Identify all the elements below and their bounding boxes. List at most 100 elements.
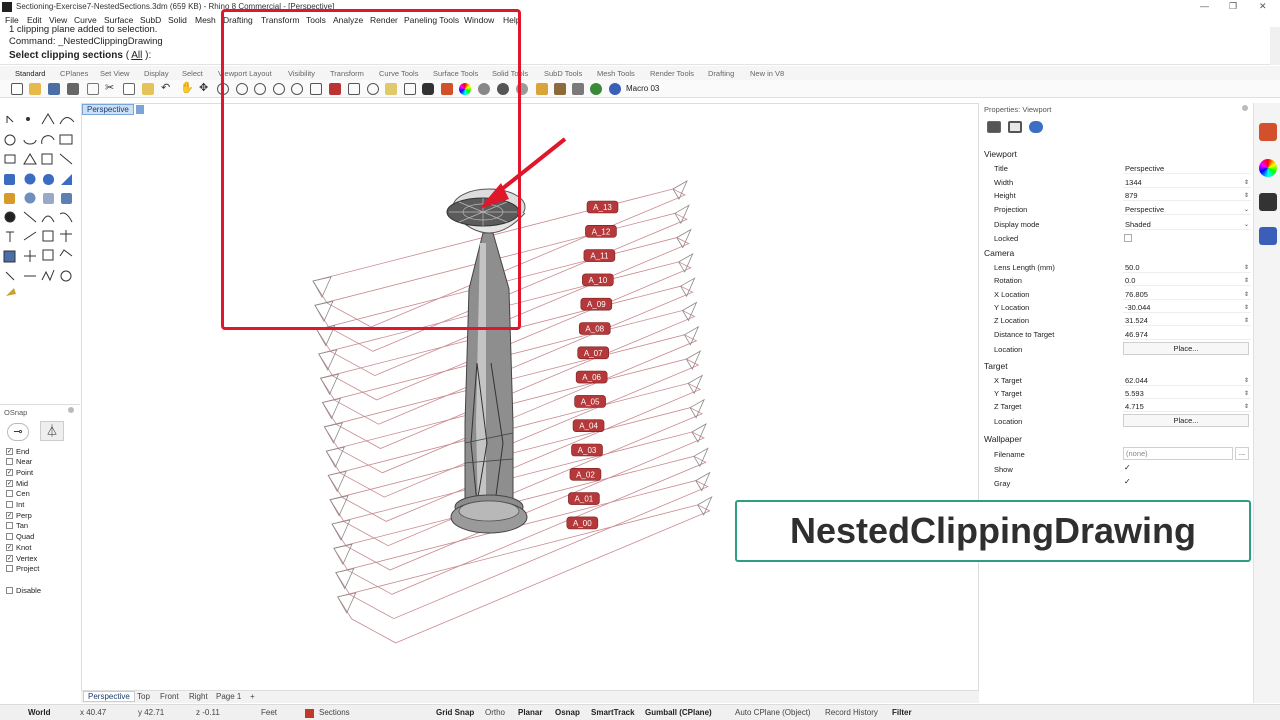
pan-hand-icon[interactable]: ✋ (180, 83, 194, 95)
rotation-field[interactable]: 0.0 ⇕ (1123, 275, 1251, 286)
section-label[interactable]: A_08 (578, 322, 611, 335)
locked-checkbox[interactable] (1124, 234, 1132, 242)
x-target-field[interactable]: 62.044 ⇕ (1123, 375, 1251, 386)
osnap-checkbox[interactable] (6, 490, 13, 498)
close-icon[interactable]: ✕ (1259, 1, 1267, 12)
help-panel-icon[interactable] (1259, 227, 1277, 245)
section-label[interactable]: A_02 (569, 467, 602, 481)
tab-subd-tools[interactable]: SubD Tools (544, 69, 582, 78)
tab-new-in-v8[interactable]: New in V8 (750, 69, 784, 78)
osnap-disable[interactable]: Disable (6, 585, 41, 595)
osnap-item-tan[interactable]: Tan (6, 521, 28, 531)
osnap-item-end[interactable]: ✓ End (6, 446, 29, 456)
osnap-checkbox[interactable] (6, 565, 13, 573)
z-target-field[interactable]: 4.715 ⇕ (1123, 401, 1251, 412)
tab-perspective[interactable]: Perspective (83, 691, 135, 702)
height-field[interactable]: 879 ⇕ (1123, 190, 1251, 201)
section-label[interactable]: A_03 (571, 443, 603, 457)
paste-icon[interactable] (142, 83, 154, 95)
section-label[interactable]: A_06 (575, 370, 608, 384)
print-icon[interactable] (67, 83, 79, 95)
osnap-checkbox[interactable]: ✓ (6, 554, 13, 562)
osnap-checkbox[interactable]: ✓ (6, 543, 13, 551)
y-location-field[interactable]: -30.044 ⇕ (1123, 302, 1251, 313)
section-label[interactable]: A_11 (583, 249, 616, 262)
tab-drafting[interactable]: Drafting (708, 69, 734, 78)
osnap-item-int[interactable]: Int (6, 500, 24, 510)
osnap-item-knot[interactable]: ✓ Knot (6, 542, 31, 552)
rotate-view-icon[interactable]: ✥ (199, 83, 211, 95)
osnap-item-project[interactable]: Project (6, 564, 39, 574)
macro-button[interactable]: Macro 03 (626, 84, 659, 93)
copy-icon[interactable] (123, 83, 135, 95)
restore-icon[interactable]: ❐ (1229, 1, 1237, 12)
x-location-field[interactable]: 76.805 ⇕ (1123, 289, 1251, 300)
section-label[interactable]: A_09 (580, 297, 613, 311)
title-field[interactable]: Perspective (1123, 163, 1251, 174)
tab-select[interactable]: Select (182, 69, 203, 78)
section-label[interactable]: A_10 (582, 273, 614, 287)
tab-standard[interactable]: Standard (15, 69, 45, 78)
command-prompt[interactable]: Select clipping sections ( All ): (9, 50, 151, 61)
browse-button[interactable]: ... (1235, 447, 1249, 460)
spinner-icon[interactable]: ⇕ (1244, 402, 1249, 413)
menu-solid[interactable]: Solid (168, 15, 187, 25)
units-label[interactable]: Feet (261, 708, 277, 717)
ortho-toggle[interactable]: Ortho (485, 708, 505, 717)
spinner-icon[interactable]: ⇕ (1244, 389, 1249, 400)
cplane-label[interactable]: World (28, 708, 51, 717)
object-properties-icon[interactable] (1029, 121, 1043, 133)
clipping-plane[interactable] (331, 423, 707, 571)
osnap-item-near[interactable]: Near (6, 457, 32, 467)
properties-close-icon[interactable] (1242, 105, 1248, 111)
layers-panel-icon[interactable] (1259, 123, 1277, 141)
distance-to-target-field[interactable]: 46.974 (1123, 329, 1251, 340)
minimize-icon[interactable]: — (1200, 1, 1209, 11)
filename-field[interactable]: (none) (1123, 447, 1233, 460)
display-panel-icon[interactable] (1259, 193, 1277, 211)
spinner-icon[interactable]: ⇕ (1244, 303, 1249, 314)
cut-icon[interactable]: ✂ (105, 83, 117, 95)
osnap-checkbox[interactable] (6, 501, 13, 508)
help-icon[interactable] (609, 83, 621, 95)
chevron-down-icon[interactable]: ⌄ (1244, 205, 1249, 216)
spinner-icon[interactable]: ⇕ (1244, 290, 1249, 301)
gray-checkbox[interactable]: ✓ (1124, 478, 1132, 486)
record-history-toggle[interactable]: Record History (825, 708, 878, 717)
grid-snap-toggle[interactable]: Grid Snap (436, 708, 474, 717)
new-file-icon[interactable] (11, 83, 23, 95)
tab-right[interactable]: Right (189, 692, 208, 701)
gumball-toggle[interactable]: Gumball (CPlane) (645, 708, 712, 717)
osnap-item-quad[interactable]: Quad (6, 532, 34, 542)
globe-icon[interactable] (590, 83, 602, 95)
open-folder-icon[interactable] (29, 83, 41, 95)
clipping-plane[interactable] (335, 471, 711, 620)
properties-icon[interactable] (87, 83, 99, 95)
smarttrack-toggle[interactable]: SmartTrack (591, 708, 635, 717)
undo-icon[interactable]: ↶ (161, 83, 173, 95)
save-icon[interactable] (48, 83, 60, 95)
current-layer[interactable]: Sections (319, 708, 350, 717)
osnap-close-icon[interactable] (68, 407, 74, 413)
command-scrollbar[interactable] (1270, 27, 1280, 65)
osnap-item-mid[interactable]: ✓ Mid (6, 478, 28, 488)
viewport-title-tab[interactable]: Perspective (82, 104, 134, 115)
osnap-checkbox[interactable] (6, 458, 13, 466)
options-icon[interactable] (572, 83, 584, 95)
tab-set-view[interactable]: Set View (100, 69, 129, 78)
projection-select[interactable]: Perspective ⌄ (1123, 204, 1251, 215)
osnap-item-perp[interactable]: ✓ Perp (6, 510, 32, 520)
osnap-checkbox[interactable]: ✓ (6, 511, 13, 519)
gear-icon[interactable] (554, 83, 566, 95)
y-target-field[interactable]: 5.593 ⇕ (1123, 388, 1251, 399)
osnap-disable-checkbox[interactable] (6, 586, 13, 594)
spinner-icon[interactable]: ⇕ (1244, 376, 1249, 387)
tab-top[interactable]: Top (137, 692, 150, 701)
osnap-checkbox[interactable] (6, 522, 13, 530)
spinner-icon[interactable]: ⇕ (1244, 316, 1249, 327)
osnap-checkbox[interactable] (6, 533, 13, 541)
osnap-item-point[interactable]: ✓ Point (6, 467, 33, 477)
spinner-icon[interactable]: ⇕ (1244, 191, 1249, 202)
command-option-all[interactable]: All (131, 50, 142, 61)
tab-front[interactable]: Front (160, 692, 179, 701)
